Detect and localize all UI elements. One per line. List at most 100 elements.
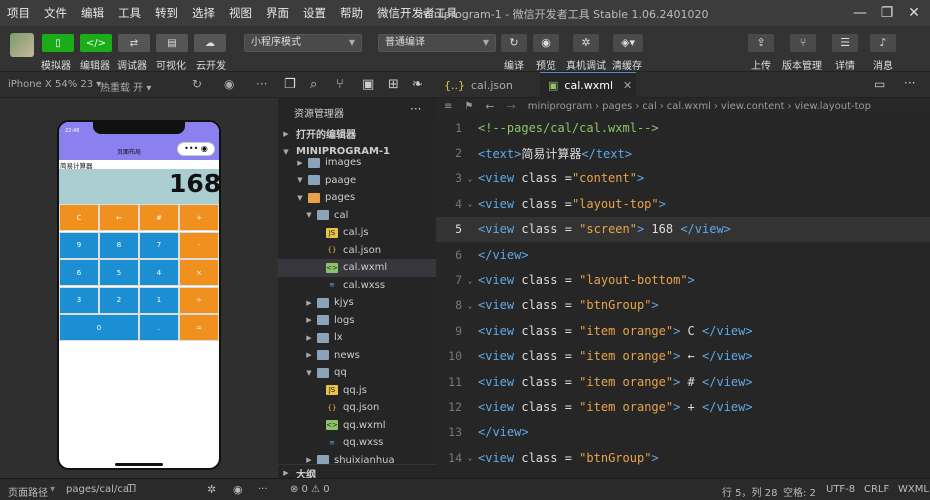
code-line[interactable]: 2 <text>简易计算器</text>: [436, 140, 930, 165]
breadcrumb-item[interactable]: view.layout-top: [795, 101, 871, 112]
maximize-icon[interactable]: ❐: [877, 3, 897, 23]
breadcrumb-item[interactable]: pages: [602, 101, 632, 112]
hot-reload-select[interactable]: 热重载 开 ▾: [100, 79, 151, 94]
code-line[interactable]: 14 ⌄ <view class = "btnGroup">: [436, 445, 930, 470]
code-line[interactable]: 1 <!--pages/cal/cal.wxml-->: [436, 115, 930, 140]
menu-item[interactable]: 转到: [148, 5, 185, 21]
back-icon[interactable]: ←: [485, 100, 494, 113]
menu-item[interactable]: 文件: [37, 5, 74, 21]
messages-button[interactable]: ♪: [870, 34, 896, 52]
details-button[interactable]: ☰: [832, 34, 858, 52]
code-line[interactable]: 6 </view>: [436, 242, 930, 267]
calc-key[interactable]: 3: [59, 286, 99, 314]
menu-item[interactable]: 界面: [259, 5, 296, 21]
calc-key[interactable]: ×: [179, 259, 219, 286]
language-mode[interactable]: WXML: [898, 484, 929, 495]
tree-folder[interactable]: ▶ kjys: [278, 294, 436, 312]
encoding[interactable]: UTF-8: [826, 484, 855, 495]
tree-folder[interactable]: ▶ images: [278, 154, 436, 172]
calc-key[interactable]: .: [139, 314, 179, 341]
compile-select[interactable]: 普通编译 ▼: [378, 34, 496, 52]
calc-key[interactable]: ÷: [179, 286, 219, 314]
more-icon[interactable]: ···: [410, 102, 421, 116]
debug-icon[interactable]: ▣: [362, 77, 374, 92]
calc-key[interactable]: 0: [59, 314, 139, 341]
extensions-icon[interactable]: ⊞: [388, 77, 399, 92]
tree-folder[interactable]: ▼ qq: [278, 364, 436, 382]
eye-icon[interactable]: ◉: [233, 483, 243, 496]
calc-key[interactable]: #: [139, 204, 179, 231]
fold-icon[interactable]: ⌄: [462, 453, 478, 462]
calc-key[interactable]: 5: [99, 259, 139, 286]
cursor-position[interactable]: 行 5，列 28: [722, 484, 777, 499]
search-icon[interactable]: ⌕: [310, 77, 317, 92]
calc-key[interactable]: =: [179, 314, 219, 341]
fish-icon[interactable]: ❧: [412, 77, 423, 92]
code-editor[interactable]: 1 <!--pages/cal/cal.wxml--> 2 <text>简易计算器</…: [436, 115, 930, 478]
code-line[interactable]: 4 ⌄ <view class ="layout-top">: [436, 191, 930, 216]
tree-file[interactable]: JS cal.js: [278, 224, 436, 242]
clearcache-button[interactable]: ◈▾: [613, 34, 643, 52]
realdevice-button[interactable]: ✲: [573, 34, 599, 52]
menu-item[interactable]: 设置: [296, 5, 333, 21]
capsule-button[interactable]: ••• ◉: [177, 142, 215, 156]
editor-button[interactable]: </>: [80, 34, 112, 52]
tree-folder[interactable]: ▶ logs: [278, 312, 436, 330]
breadcrumb-item[interactable]: cal: [642, 101, 656, 112]
tree-file[interactable]: ≋ qq.wxss: [278, 434, 436, 452]
menu-item[interactable]: 项目: [0, 5, 37, 21]
breadcrumb-item[interactable]: view.content: [721, 101, 785, 112]
files-icon[interactable]: ❐: [284, 77, 296, 92]
tree-folder[interactable]: ▼ pages: [278, 189, 436, 207]
simulator-button[interactable]: ▯: [42, 34, 74, 52]
calc-key[interactable]: -: [179, 231, 219, 259]
more-icon[interactable]: ···: [258, 484, 268, 495]
calc-key[interactable]: +: [179, 204, 219, 231]
calc-key[interactable]: C: [59, 204, 99, 231]
menu-item[interactable]: 帮助: [333, 5, 370, 21]
problems-count[interactable]: ⊗ 0 ⚠ 0: [290, 484, 330, 495]
indent-spaces[interactable]: 空格: 2: [783, 484, 816, 499]
line-ending[interactable]: CRLF: [864, 484, 889, 495]
tree-file[interactable]: ≋ cal.wxss: [278, 277, 436, 295]
bug-icon[interactable]: ✲: [207, 483, 216, 496]
tab-cal-wxml[interactable]: ▣ cal.wxml ✕: [540, 72, 636, 98]
tree-file[interactable]: <> qq.wxml: [278, 417, 436, 435]
page-path[interactable]: pages/cal/cal: [66, 484, 132, 495]
tab-cal-json[interactable]: {..} cal.json: [436, 72, 540, 98]
code-line[interactable]: 10 <view class = "item orange"> ← </view>: [436, 344, 930, 369]
list-icon[interactable]: ≡: [444, 101, 452, 112]
version-button[interactable]: ⑂: [790, 34, 816, 52]
visual-button[interactable]: ▤: [156, 34, 188, 52]
menu-item[interactable]: 编辑: [74, 5, 111, 21]
fold-icon[interactable]: ⌄: [462, 174, 478, 183]
upload-button[interactable]: ⇪: [748, 34, 774, 52]
device-select[interactable]: iPhone X 54% 23 ▾: [8, 79, 101, 90]
source-control-icon[interactable]: ⑂: [336, 77, 344, 92]
calc-key[interactable]: 6: [59, 259, 99, 286]
tree-folder[interactable]: ▶ news: [278, 347, 436, 365]
menu-item[interactable]: 工具: [111, 5, 148, 21]
open-editors-section[interactable]: ▶ 打开的编辑器: [278, 125, 436, 143]
tree-folder[interactable]: ▼ paage: [278, 172, 436, 190]
copy-icon[interactable]: ❐: [127, 484, 136, 495]
calc-key[interactable]: 9: [59, 231, 99, 259]
fold-icon[interactable]: ⌄: [462, 276, 478, 285]
code-line[interactable]: 13 </view>: [436, 420, 930, 445]
tree-file[interactable]: JS qq.js: [278, 382, 436, 400]
calc-key[interactable]: ←: [99, 204, 139, 231]
bookmark-icon[interactable]: ⚑: [464, 101, 473, 112]
compile-button[interactable]: ↻: [501, 34, 527, 52]
code-line[interactable]: 3 ⌄ <view class ="content">: [436, 166, 930, 191]
menu-item[interactable]: 选择: [185, 5, 222, 21]
calc-key[interactable]: 1: [139, 286, 179, 314]
refresh-icon[interactable]: ↻: [192, 77, 202, 91]
more-icon[interactable]: ···: [256, 77, 267, 91]
code-line[interactable]: 7 ⌄ <view class = "layout-bottom">: [436, 267, 930, 292]
calc-key[interactable]: 8: [99, 231, 139, 259]
minimize-icon[interactable]: —: [850, 3, 870, 23]
menu-item[interactable]: 视图: [222, 5, 259, 21]
code-line[interactable]: 8 ⌄ <view class = "btnGroup">: [436, 293, 930, 318]
close-icon[interactable]: ✕: [623, 79, 632, 92]
mode-select[interactable]: 小程序模式 ▼: [244, 34, 362, 52]
